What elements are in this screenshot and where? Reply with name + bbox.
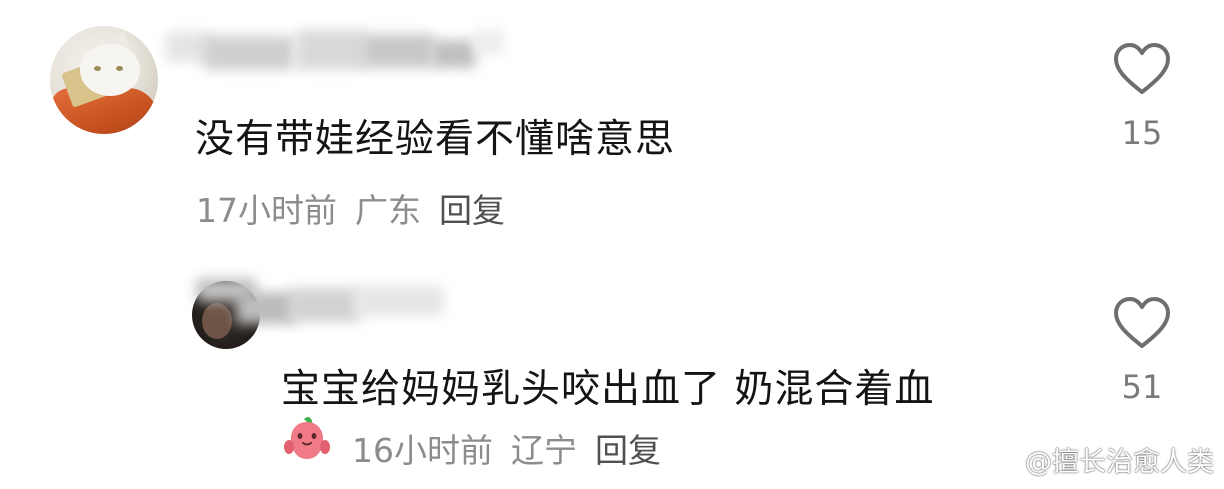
comment-location: 广东 [355, 191, 421, 230]
peach-badge-icon [284, 417, 330, 459]
comment-text: 没有带娃经验看不懂啥意思 [195, 117, 676, 162]
like-count: 15 [1121, 114, 1163, 152]
weibo-icon [987, 447, 1020, 474]
comment-meta: 16小时前 辽宁 回复 [352, 424, 661, 472]
comment-text: 宝宝给妈妈乳头咬出血了 奶混合着血 [281, 367, 935, 412]
avatar-face [202, 303, 232, 339]
avatar-cat-eye [94, 66, 101, 71]
like-count: 51 [1121, 368, 1163, 406]
like-heart-icon[interactable] [1112, 42, 1172, 96]
reply-button[interactable]: 回复 [439, 184, 505, 232]
reply-button[interactable]: 回复 [595, 424, 661, 472]
avatar-cat-head [80, 44, 140, 96]
comment-time: 16小时前 [352, 431, 493, 470]
comment-time: 17小时前 [196, 191, 337, 230]
watermark-text: @擅长治愈人类 [1025, 447, 1214, 478]
user-avatar[interactable] [50, 26, 158, 134]
comment-meta: 17小时前 广东 回复 [196, 184, 505, 232]
avatar-cat-eye [116, 66, 123, 71]
like-heart-icon[interactable] [1112, 296, 1172, 350]
comment-thread: 没有带娃经验看不懂啥意思 17小时前 广东 回复 15 宝宝给妈妈乳头咬出血了 … [0, 0, 1224, 489]
comment-location: 辽宁 [511, 431, 577, 470]
watermark: @擅长治愈人类 [987, 440, 1214, 479]
